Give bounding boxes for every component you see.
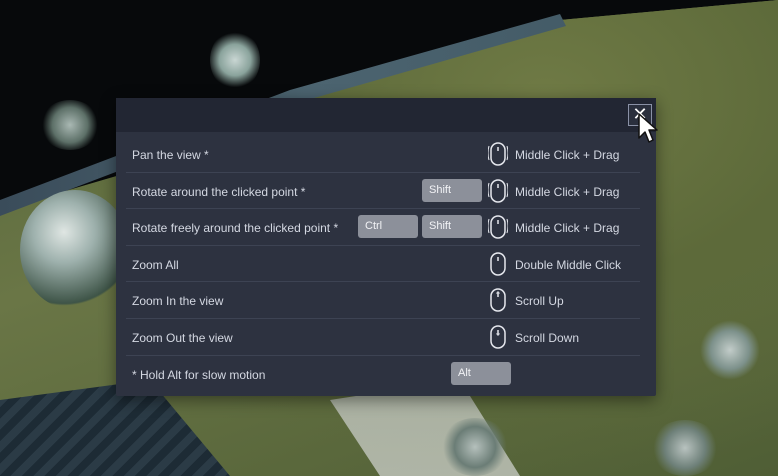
- shortcut-action: Scroll Down: [515, 330, 580, 345]
- shortcut-label: Rotate around the clicked point *: [132, 184, 306, 199]
- shortcut-action: Double Middle Click: [515, 257, 622, 272]
- shortcut-row-pan: Pan the view * Middle Click + Drag: [126, 136, 640, 173]
- shortcut-row-rotate: Rotate around the clicked point * Shift …: [126, 173, 640, 210]
- mouse-scroll-down-icon: [490, 325, 506, 349]
- shift-key: Shift: [422, 178, 482, 202]
- mouse-middle-drag-icon: [488, 178, 508, 203]
- dialog-header: ✕: [116, 98, 658, 143]
- shortcut-action: Middle Click + Drag: [515, 148, 620, 162]
- close-icon: ✕: [632, 104, 648, 124]
- tree: [20, 190, 130, 310]
- shortcut-action: Middle Click + Drag: [515, 221, 620, 236]
- close-button[interactable]: ✕: [628, 104, 652, 126]
- shift-key: Shift: [422, 215, 482, 239]
- mouse-shortcuts-dialog: ✕ Pan the view * Middle Click + Drag Rot…: [116, 98, 658, 396]
- shortcut-list: Pan the view * Middle Click + Drag Rotat…: [126, 136, 640, 392]
- shortcut-label: Pan the view *: [132, 148, 209, 162]
- mouse-middle-drag-icon: [488, 215, 508, 239]
- shortcut-action: Scroll Up: [515, 294, 564, 309]
- ctrl-key: Ctrl: [358, 215, 418, 239]
- tree: [210, 30, 260, 90]
- mouse-middle-click-icon: [490, 252, 506, 276]
- shortcut-label: Zoom All: [132, 257, 179, 272]
- tree: [40, 100, 100, 150]
- shortcut-label: Zoom In the view: [132, 294, 224, 309]
- shortcut-label: Rotate freely around the clicked point *: [132, 221, 339, 236]
- shortcut-row-zoom-in: Zoom In the view Scroll Up: [126, 282, 640, 319]
- shortcut-label: Zoom Out the view: [132, 330, 233, 345]
- slow-motion-note-row: * Hold Alt for slow motion Alt: [126, 356, 640, 393]
- tree: [440, 418, 510, 476]
- shortcut-row-zoom-all: Zoom All Double Middle Click: [126, 246, 640, 283]
- alt-key: Alt: [451, 361, 511, 385]
- shortcut-action: Middle Click + Drag: [515, 184, 620, 199]
- tree: [700, 320, 760, 380]
- shortcut-row-zoom-out: Zoom Out the view Scroll Down: [126, 319, 640, 356]
- tree: [650, 420, 720, 476]
- shortcut-row-rotate-freely: Rotate freely around the clicked point *…: [126, 209, 640, 246]
- slow-motion-note: * Hold Alt for slow motion: [132, 367, 266, 382]
- mouse-middle-drag-icon: [488, 142, 508, 166]
- mouse-scroll-up-icon: [490, 288, 506, 313]
